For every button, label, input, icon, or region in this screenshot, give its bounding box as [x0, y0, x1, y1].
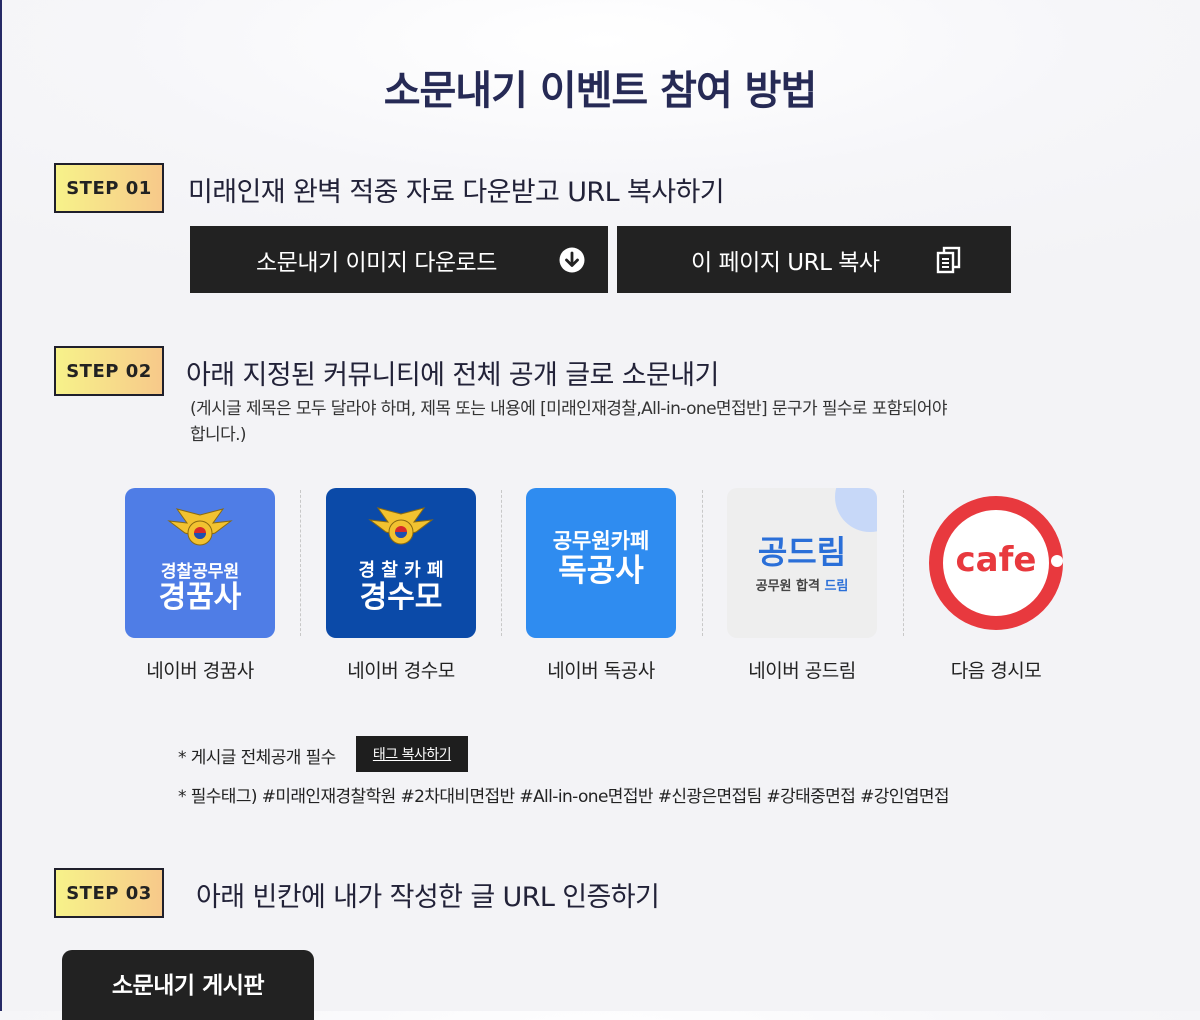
step-02-note: (게시글 제목은 모두 달라야 하며, 제목 또는 내용에 [미래인재경찰,Al…	[190, 399, 948, 445]
logo-slogan: 공무원 합격 드림	[755, 578, 849, 594]
community-naver-gyeongggumsa[interactable]: 경찰공무원 경꿈사 네이버 경꿈사	[125, 488, 275, 682]
public-post-required-note: * 게시글 전체공개 필수	[178, 748, 336, 768]
divider	[903, 490, 904, 636]
copy-page-url-button[interactable]: 이 페이지 URL 복사	[617, 226, 1011, 293]
community-label: 네이버 경꿈사	[146, 660, 254, 682]
step-02-text: 아래 지정된 커뮤니티에 전체 공개 글로 소문내기	[186, 360, 719, 391]
logo-name: cafe	[955, 540, 1037, 580]
community-label: 네이버 경수모	[347, 660, 455, 682]
copy-icon	[936, 246, 962, 280]
community-naver-gyeongsumo[interactable]: 경 찰 카 페 경수모 네이버 경수모	[326, 488, 476, 682]
logo-name: 독공사	[558, 553, 644, 589]
download-image-button[interactable]: 소문내기 이미지 다운로드	[190, 226, 608, 293]
copy-tags-button[interactable]: 태그 복사하기	[356, 736, 468, 772]
step-03-badge: STEP 03	[54, 868, 164, 918]
police-emblem-icon	[167, 507, 233, 545]
logo-caption: 경찰공무원	[160, 561, 240, 582]
logo-decor-circle	[835, 488, 877, 532]
community-label: 다음 경시모	[950, 660, 1042, 682]
community-label: 네이버 공드림	[748, 660, 856, 682]
logo-name: 경수모	[359, 580, 443, 615]
step-01-badge: STEP 01	[54, 163, 164, 213]
police-cafe-logo: 경 찰 카 페 경수모	[326, 488, 476, 638]
page-title: 소문내기 이벤트 참여 방법	[383, 68, 818, 114]
daum-cafe-logo: cafe	[921, 488, 1071, 638]
community-naver-dokgongsa[interactable]: 공무원카페 독공사 네이버 독공사	[526, 488, 676, 682]
logo-caption: 경 찰 카 페	[358, 560, 444, 581]
logo-name: 경꿈사	[158, 579, 242, 615]
community-daum-gyeongsimo[interactable]: cafe 다음 경시모	[921, 488, 1071, 682]
step-03-text: 아래 빈칸에 내가 작성한 글 URL 인증하기	[196, 882, 660, 913]
divider	[300, 490, 301, 636]
police-cafe-logo: 경찰공무원 경꿈사	[125, 488, 275, 638]
promotion-board-tab[interactable]: 소문내기 게시판	[62, 950, 314, 1020]
copy-url-button-label: 이 페이지 URL 복사	[691, 249, 880, 276]
divider	[501, 490, 502, 636]
download-button-label: 소문내기 이미지 다운로드	[256, 249, 497, 276]
required-tags-note: * 필수태그) #미래인재경찰학원 #2차대비면접반 #All-in-one면접…	[178, 787, 950, 807]
step-01-text: 미래인재 완벽 적중 자료 다운받고 URL 복사하기	[188, 177, 725, 208]
left-edge-rule	[0, 0, 2, 1011]
logo-caption: 공무원카페	[552, 529, 650, 553]
logo-name: 공드림	[757, 532, 847, 571]
community-label: 네이버 독공사	[547, 660, 655, 682]
arrow-down-circle-icon	[559, 247, 585, 279]
step-02-badge: STEP 02	[54, 346, 164, 396]
divider	[702, 490, 703, 636]
gongdream-logo: 공드림 공무원 합격 드림	[727, 488, 877, 638]
community-naver-gongdream[interactable]: 공드림 공무원 합격 드림 네이버 공드림	[727, 488, 877, 682]
dokgongsa-logo: 공무원카페 독공사	[526, 488, 676, 638]
police-emblem-icon	[368, 507, 434, 545]
